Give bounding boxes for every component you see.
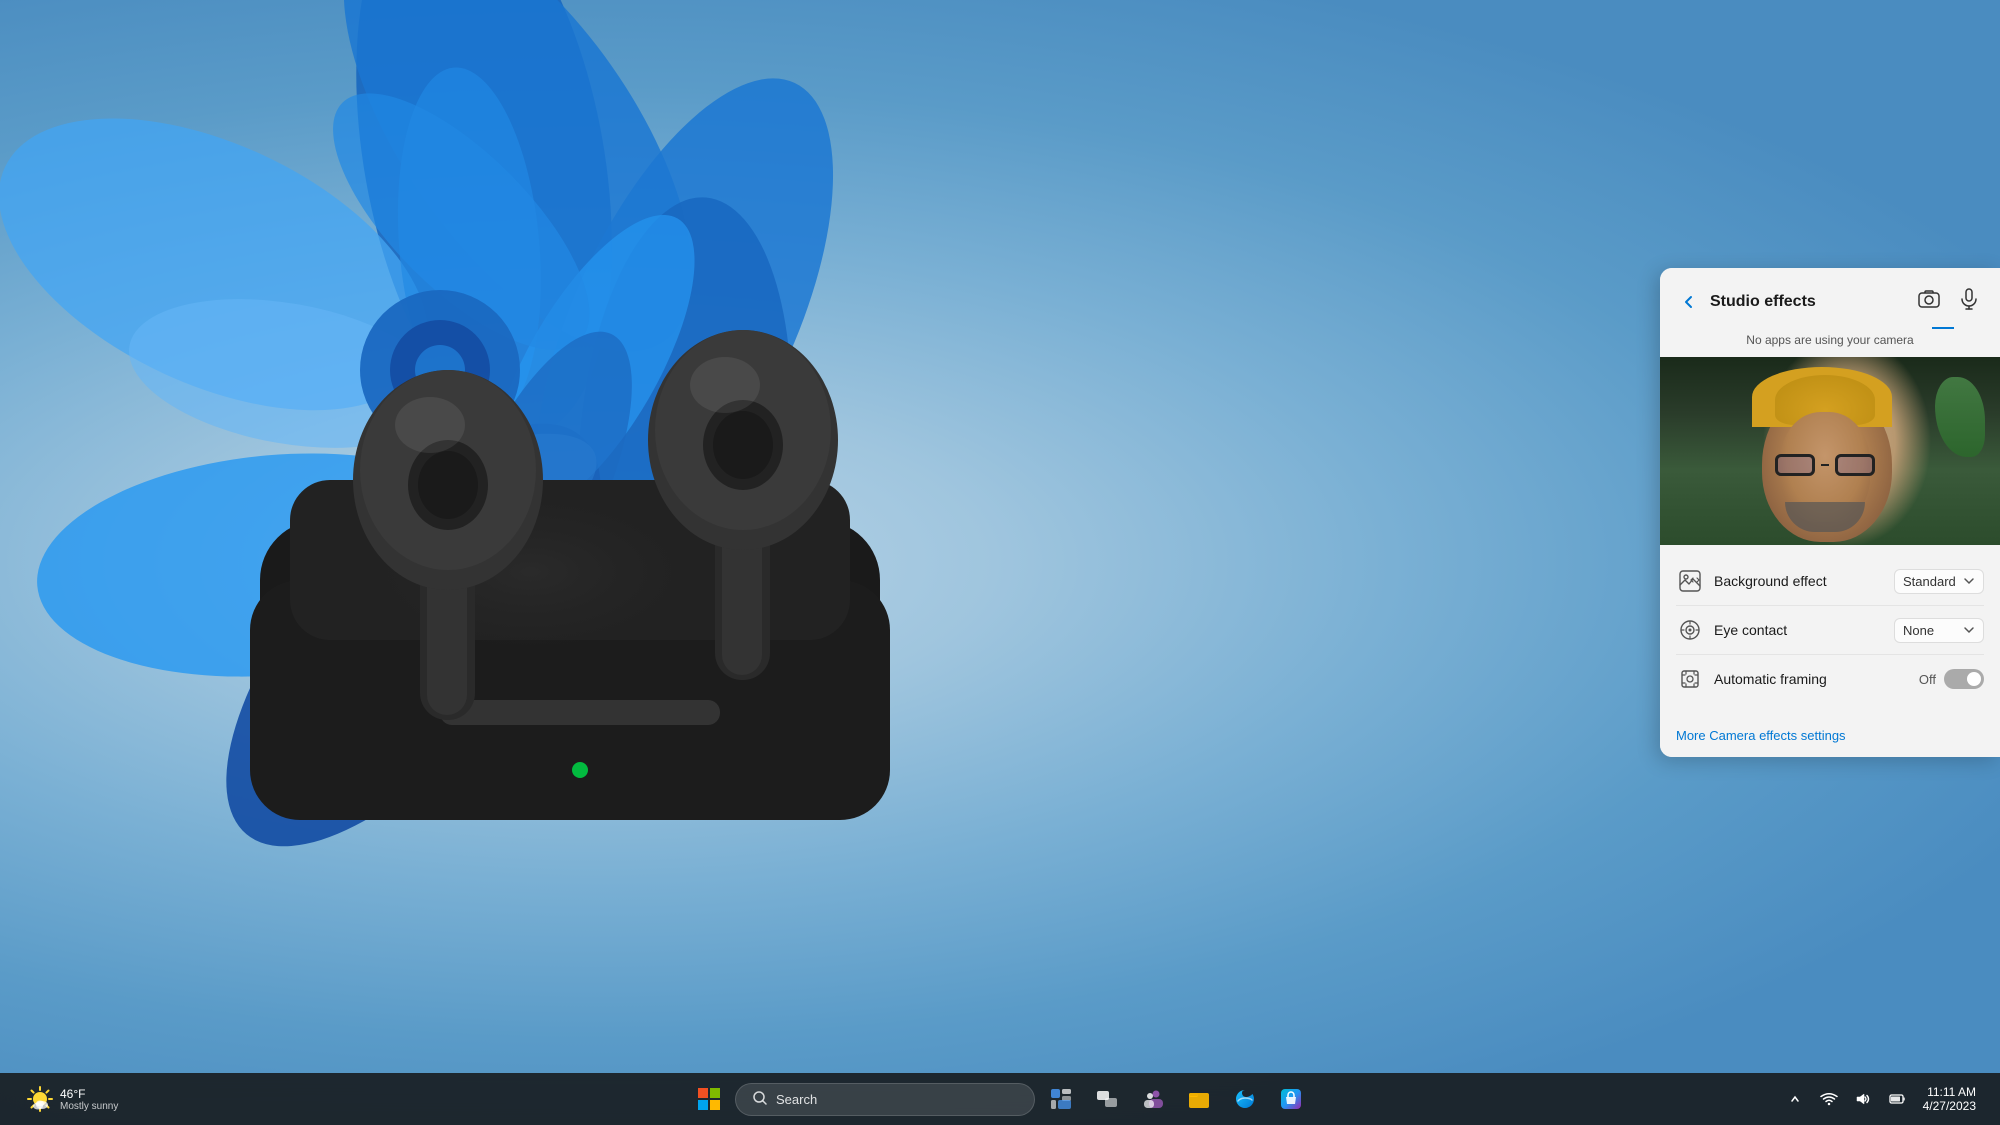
task-view-icon <box>1096 1088 1118 1110</box>
taskbar-app-widgets[interactable] <box>1041 1079 1081 1119</box>
weather-text: 46°F Mostly sunny <box>60 1087 118 1112</box>
taskbar-center: Search <box>689 1079 1311 1119</box>
weather-condition: Mostly sunny <box>60 1101 118 1112</box>
volume-icon <box>1854 1090 1872 1108</box>
eye-contact-value: None <box>1903 623 1934 638</box>
weather-temp: 46°F <box>60 1087 118 1101</box>
search-bar[interactable]: Search <box>735 1083 1035 1116</box>
airpods-image <box>160 200 1010 860</box>
taskbar-left: 46°F Mostly sunny <box>16 1081 128 1117</box>
automatic-framing-toggle-container: Off <box>1919 669 1984 689</box>
clock-date: 4/27/2023 <box>1923 1099 1976 1113</box>
system-tray-expand[interactable] <box>1779 1083 1811 1115</box>
battery-tray-icon[interactable] <box>1881 1083 1913 1115</box>
system-tray <box>1779 1083 1913 1115</box>
taskbar-right: 11:11 AM 4/27/2023 <box>1779 1081 1984 1117</box>
clock-area[interactable]: 11:11 AM 4/27/2023 <box>1915 1081 1984 1117</box>
clock-time: 11:11 AM <box>1927 1085 1976 1099</box>
panel-title: Studio effects <box>1710 293 1914 311</box>
taskbar-app-edge[interactable] <box>1225 1079 1265 1119</box>
panel-icons <box>1914 284 1984 319</box>
taskbar-app-taskview[interactable] <box>1087 1079 1127 1119</box>
taskbar-app-teams[interactable] <box>1133 1079 1173 1119</box>
search-icon <box>752 1090 768 1109</box>
automatic-framing-row: Automatic framing Off <box>1676 655 1984 703</box>
volume-tray-icon[interactable] <box>1847 1083 1879 1115</box>
eye-contact-icon <box>1676 616 1704 644</box>
settings-section: Background effect Standard Eye contact <box>1660 545 2000 715</box>
back-button[interactable] <box>1676 289 1702 315</box>
automatic-framing-toggle-label: Off <box>1919 672 1936 687</box>
automatic-framing-toggle[interactable] <box>1944 669 1984 689</box>
eye-contact-dropdown[interactable]: None <box>1894 618 1984 643</box>
taskbar: 46°F Mostly sunny <box>0 1073 2000 1125</box>
eye-contact-row: Eye contact None <box>1676 606 1984 655</box>
teams-icon <box>1142 1088 1164 1110</box>
dropdown-chevron <box>1963 575 1975 587</box>
taskbar-app-store[interactable] <box>1271 1079 1311 1119</box>
file-explorer-icon <box>1188 1088 1210 1110</box>
edge-icon <box>1234 1088 1256 1110</box>
background-effect-icon <box>1676 567 1704 595</box>
more-camera-settings: More Camera effects settings <box>1660 715 2000 757</box>
taskbar-app-explorer[interactable] <box>1179 1079 1219 1119</box>
dropdown-chevron-2 <box>1963 624 1975 636</box>
studio-effects-panel: Studio effects <box>1660 268 2000 757</box>
store-icon <box>1280 1088 1302 1110</box>
search-label: Search <box>776 1092 817 1107</box>
background-effect-row: Background effect Standard <box>1676 557 1984 606</box>
automatic-framing-label: Automatic framing <box>1714 671 1919 687</box>
windows-logo <box>698 1088 720 1110</box>
automatic-framing-icon <box>1676 665 1704 693</box>
panel-header: Studio effects <box>1660 268 2000 327</box>
widgets-icon <box>1050 1088 1072 1110</box>
battery-icon <box>1888 1090 1906 1108</box>
chevron-up-icon <box>1790 1094 1800 1104</box>
background-effect-value: Standard <box>1903 574 1956 589</box>
wifi-tray-icon[interactable] <box>1813 1083 1845 1115</box>
mic-icon-button[interactable] <box>1954 284 1984 319</box>
weather-icon <box>26 1085 54 1113</box>
camera-status: No apps are using your camera <box>1660 329 2000 357</box>
wifi-icon <box>1820 1090 1838 1108</box>
background-effect-dropdown[interactable]: Standard <box>1894 569 1984 594</box>
camera-preview <box>1660 357 2000 545</box>
background-effect-label: Background effect <box>1714 573 1894 589</box>
desktop: Studio effects <box>0 0 2000 1125</box>
weather-widget[interactable]: 46°F Mostly sunny <box>16 1081 128 1117</box>
camera-icon-button[interactable] <box>1914 284 1944 319</box>
start-button[interactable] <box>689 1079 729 1119</box>
more-camera-settings-link[interactable]: More Camera effects settings <box>1676 728 1846 743</box>
eye-contact-label: Eye contact <box>1714 622 1894 638</box>
